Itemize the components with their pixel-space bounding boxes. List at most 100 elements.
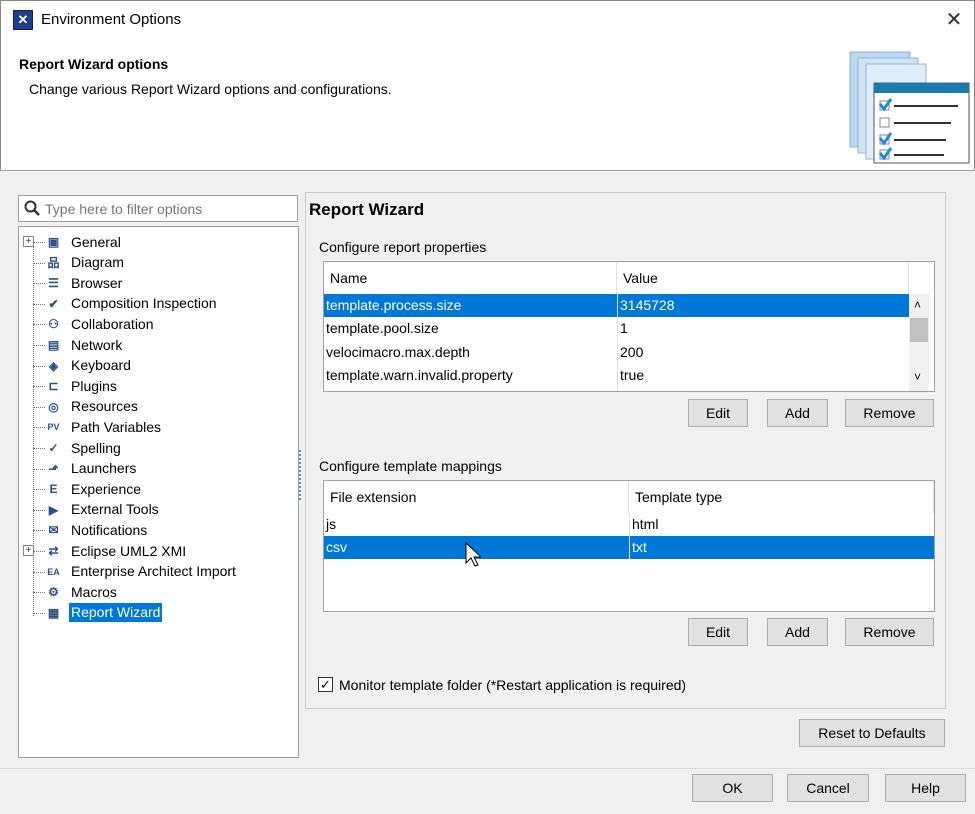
tree-item-label: Browser: [71, 274, 123, 291]
keyboard-icon: ◈: [48, 358, 59, 373]
tree-connector: [33, 365, 45, 367]
tree-item[interactable]: ✉ Notifications: [19, 520, 297, 540]
tree-item[interactable]: ⬏ Launchers: [19, 459, 297, 479]
tree-connector: [33, 468, 45, 470]
table-row[interactable]: template.warn.invalid.property true: [324, 363, 909, 387]
table-row[interactable]: js html: [324, 513, 934, 536]
tree-connector: [33, 242, 45, 243]
tree-item[interactable]: ⊏ Plugins: [19, 376, 297, 396]
cell: 200: [617, 340, 643, 364]
close-button[interactable]: ✕: [939, 5, 969, 35]
tree-item-label: General: [71, 233, 121, 250]
mappings-section-label: Configure template mappings: [319, 458, 502, 474]
cell: template.process.size: [326, 297, 462, 313]
resources-icon: ◎: [48, 399, 59, 414]
launchers-icon: ⬏: [48, 461, 59, 476]
tree-connector: [33, 592, 45, 594]
tree-connector: [33, 551, 45, 552]
tree-item[interactable]: ☰ Browser: [19, 273, 297, 293]
filter-input[interactable]: [43, 198, 293, 219]
tree-item[interactable]: PV Path Variables: [19, 417, 297, 437]
title-bar: ✕ Environment Options ✕: [0, 0, 975, 38]
column-header-name[interactable]: Name: [324, 262, 617, 294]
table-row[interactable]: velocimacro.max.depth 200: [324, 340, 909, 364]
macros-icon: ⚙: [48, 585, 59, 600]
tree-connector: [33, 303, 45, 305]
tree-connector: [33, 386, 45, 388]
experience-icon: E: [49, 482, 58, 497]
tree-item-label: Keyboard: [71, 357, 131, 374]
tree-connector: [33, 427, 45, 429]
cell: 3145728: [617, 294, 675, 317]
properties-remove-button[interactable]: Remove: [845, 399, 934, 427]
monitor-template-folder-label[interactable]: Monitor template folder (*Restart applic…: [339, 677, 686, 693]
cell: js: [326, 516, 337, 532]
tree-item[interactable]: + ⇄ Eclipse UML2 XMI: [19, 541, 297, 561]
column-header-template-type[interactable]: Template type: [629, 481, 934, 513]
cell: txt: [629, 536, 647, 560]
panel-title: Report Wizard: [309, 200, 425, 219]
cell: true: [617, 363, 644, 387]
mappings-add-button[interactable]: Add: [767, 618, 828, 646]
tree-connector: [33, 489, 45, 491]
splitter-handle[interactable]: [299, 450, 303, 500]
table-row[interactable]: template.process.size 3145728: [324, 294, 909, 317]
tree-item-label: Experience: [71, 480, 142, 497]
cell: template.pool.size: [326, 320, 439, 337]
tree-item[interactable]: ▤ Network: [19, 335, 297, 355]
properties-table: Name Value template.process.size 3145728 t…: [323, 261, 935, 392]
tree-connector: [33, 406, 45, 408]
tree-connector: [33, 283, 45, 285]
tree-connector: [33, 448, 45, 449]
tree-item[interactable]: + ▣ General: [19, 232, 297, 252]
plugins-icon: ⊏: [48, 379, 59, 394]
monitor-template-folder-checkbox[interactable]: ✓: [318, 677, 333, 692]
filter-box[interactable]: [18, 195, 298, 222]
column-header-file-extension[interactable]: File extension: [324, 481, 629, 513]
tree-item[interactable]: ⚇ Collaboration: [19, 314, 297, 334]
column-header-value[interactable]: Value: [617, 262, 909, 294]
table-row[interactable]: csv txt: [324, 536, 934, 560]
report-wizard-icon: ▦: [47, 605, 60, 620]
scroll-down-icon[interactable]: ˅: [914, 370, 921, 384]
tree-connector: [33, 345, 45, 346]
tree-item-label: Collaboration: [71, 315, 154, 332]
tree-item-label: Composition Inspection: [71, 295, 217, 312]
tree-item[interactable]: ✔ Composition Inspection: [19, 294, 297, 314]
cancel-button[interactable]: Cancel: [787, 774, 869, 802]
tree-item[interactable]: 品 Diagram: [19, 253, 297, 273]
reset-to-defaults-button[interactable]: Reset to Defaults: [799, 719, 945, 747]
tree-connector: [33, 509, 45, 511]
ok-button[interactable]: OK: [692, 774, 773, 802]
tree-connector: [33, 571, 45, 573]
mappings-edit-button[interactable]: Edit: [688, 618, 748, 646]
tree-item[interactable]: ✓ Spelling: [19, 438, 297, 458]
help-button[interactable]: Help: [885, 774, 966, 802]
tree-item[interactable]: ▶ External Tools: [19, 500, 297, 520]
cell: 1: [617, 317, 628, 341]
properties-scrollbar[interactable]: ˄ ˅: [909, 294, 929, 391]
tree-connector: [33, 530, 45, 532]
path-variables-icon: PV: [47, 422, 60, 433]
tree-item-label: Resources: [71, 398, 138, 415]
tree-item-label: Enterprise Architect Import: [71, 563, 236, 580]
tree-connector: [33, 262, 45, 264]
tree-item[interactable]: E Experience: [19, 479, 297, 499]
tree-item[interactable]: ▦ Report Wizard: [19, 603, 297, 623]
mappings-remove-button[interactable]: Remove: [845, 618, 934, 646]
scrollbar-thumb[interactable]: [910, 318, 928, 342]
tree-item-label: Path Variables: [71, 418, 162, 435]
table-row[interactable]: template.pool.size 1: [324, 317, 909, 341]
tree-item[interactable]: ◈ Keyboard: [19, 356, 297, 376]
tree-item[interactable]: ⚙ Macros: [19, 582, 297, 602]
tree-item[interactable]: EA Enterprise Architect Import: [19, 562, 297, 582]
properties-add-button[interactable]: Add: [767, 399, 828, 427]
table-row[interactable]: template.warn.invalid.reffalse: [324, 387, 909, 391]
scroll-up-icon[interactable]: ˄: [914, 298, 921, 312]
header-subtitle: Change various Report Wizard options and…: [29, 81, 392, 97]
tree-item[interactable]: ◎ Resources: [19, 397, 297, 417]
tree-connector: [33, 324, 45, 326]
tree-item-label: External Tools: [71, 501, 159, 518]
properties-edit-button[interactable]: Edit: [688, 399, 748, 427]
tree-item-label: Notifications: [71, 521, 148, 538]
